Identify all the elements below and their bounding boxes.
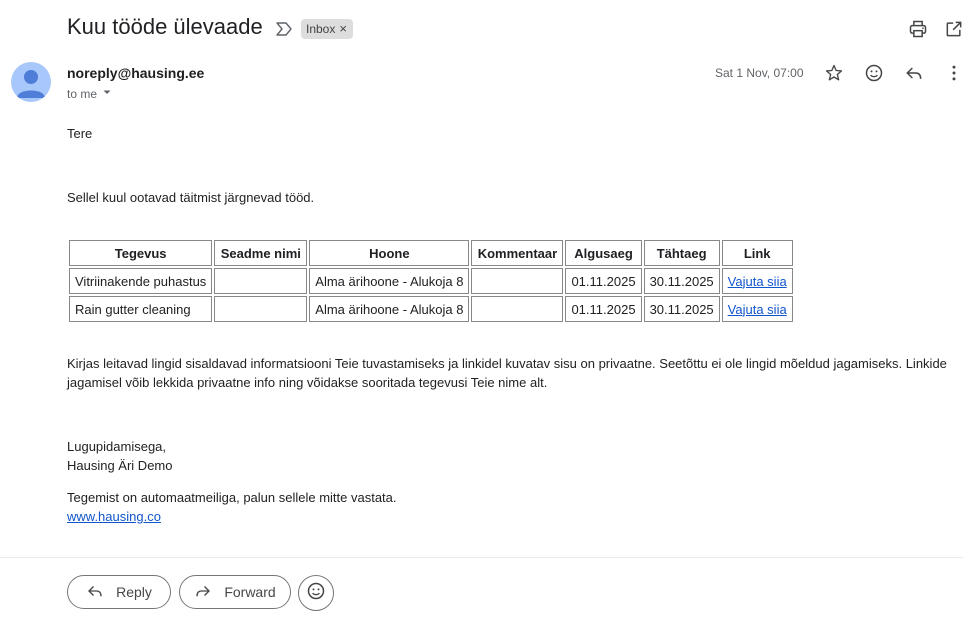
table-header-row: Tegevus Seadme nimi Hoone Kommentaar Alg… <box>69 240 793 266</box>
reply-icon <box>86 582 104 603</box>
auto-email-note: Tegemist on automaatmeiliga, palun selle… <box>67 490 397 505</box>
recipient-details-toggle[interactable]: to me <box>67 86 113 101</box>
table-cell: 01.11.2025 <box>565 268 642 294</box>
table-cell: 01.11.2025 <box>565 296 642 322</box>
divider <box>0 557 963 558</box>
table-cell: 30.11.2025 <box>643 296 720 322</box>
forward-label: Forward <box>224 584 276 600</box>
forward-icon <box>194 582 212 603</box>
recipient-label: to me <box>67 86 98 101</box>
column-header: Link <box>721 240 793 266</box>
inbox-label-chip: Inbox × <box>301 19 353 39</box>
table-cell: 30.11.2025 <box>643 268 720 294</box>
table-cell: Alma ärihoone - Alukoja 8 <box>309 268 470 294</box>
reply-label: Reply <box>116 584 152 600</box>
table-cell: Alma ärihoone - Alukoja 8 <box>309 296 470 322</box>
column-header: Algusaeg <box>565 240 642 266</box>
more-vert-icon[interactable] <box>942 61 966 85</box>
reply-button[interactable]: Reply <box>67 575 171 609</box>
emoji-reaction-button[interactable] <box>298 575 334 611</box>
job-link[interactable]: Vajuta siia <box>728 274 787 289</box>
table-cell: Rain gutter cleaning <box>69 296 213 322</box>
closing-text: Lugupidamisega, <box>67 439 167 454</box>
website-link[interactable]: www.hausing.co <box>67 509 161 524</box>
table-cell <box>471 268 564 294</box>
table-row: Vitriinakende puhastus Alma ärihoone - A… <box>69 268 793 294</box>
emoji-icon <box>306 581 326 606</box>
open-in-new-window-icon[interactable] <box>942 17 966 41</box>
table-row: Rain gutter cleaning Alma ärihoone - Alu… <box>69 296 793 322</box>
email-subject: Kuu tööde ülevaade <box>67 14 263 39</box>
avatar-icon[interactable] <box>11 62 51 102</box>
star-icon[interactable] <box>822 61 846 85</box>
jobs-table: Tegevus Seadme nimi Hoone Kommentaar Alg… <box>67 238 795 324</box>
table-cell: Vitriinakende puhastus <box>69 268 213 294</box>
greeting-text: Tere <box>67 126 93 141</box>
column-header: Tähtaeg <box>643 240 720 266</box>
column-header: Hoone <box>309 240 470 266</box>
column-header: Kommentaar <box>471 240 564 266</box>
email-date: Sat 1 Nov, 07:00 <box>715 66 804 80</box>
forward-button[interactable]: Forward <box>179 575 291 609</box>
job-link[interactable]: Vajuta siia <box>728 302 787 317</box>
importance-marker-icon[interactable] <box>274 19 294 39</box>
reply-icon[interactable] <box>902 61 926 85</box>
intro-text: Sellel kuul ootavad täitmist järgnevad t… <box>67 190 315 205</box>
chevron-down-icon <box>101 86 113 101</box>
remove-label-button[interactable]: × <box>339 19 347 39</box>
signature-text: Hausing Äri Demo <box>67 458 173 473</box>
table-cell <box>471 296 564 322</box>
sender-email[interactable]: noreply@hausing.ee <box>67 65 204 81</box>
table-cell <box>214 296 308 322</box>
column-header: Seadme nimi <box>214 240 308 266</box>
printer-icon[interactable] <box>906 17 930 41</box>
table-cell: Vajuta siia <box>721 268 793 294</box>
column-header: Tegevus <box>69 240 213 266</box>
emoji-icon[interactable] <box>862 61 886 85</box>
label-name: Inbox <box>306 22 336 36</box>
table-cell: Vajuta siia <box>721 296 793 322</box>
table-cell <box>214 268 308 294</box>
privacy-notice: Kirjas leitavad lingid sisaldavad inform… <box>67 356 947 390</box>
